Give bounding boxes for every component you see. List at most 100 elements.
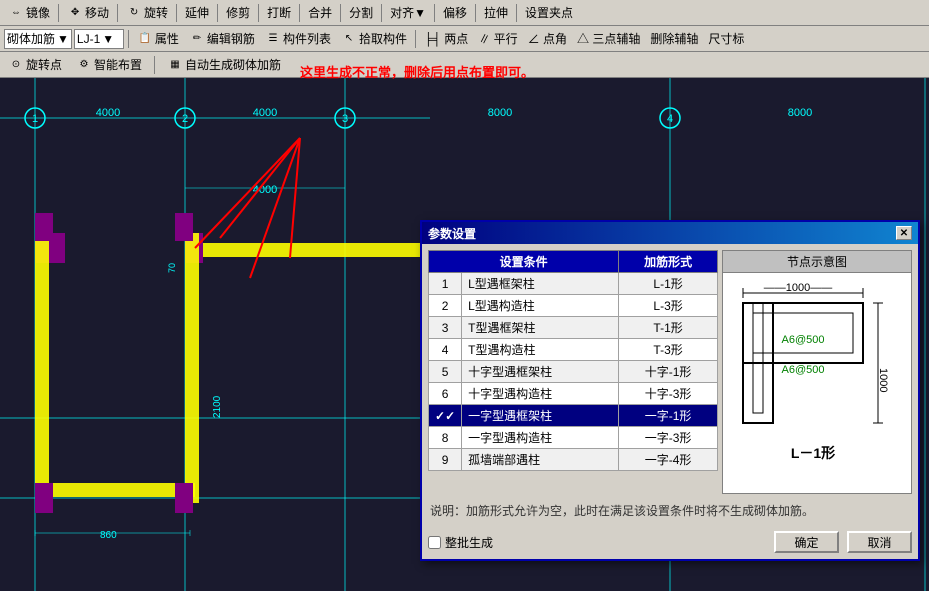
row-condition: 十字型遇框架柱 bbox=[462, 361, 619, 383]
table-row[interactable]: ✓一字型遇框架柱一字-1形 bbox=[429, 405, 718, 427]
break-btn[interactable]: 打断 bbox=[263, 2, 295, 23]
cancel-button[interactable]: 取消 bbox=[847, 531, 912, 553]
row-condition: L型遇框架柱 bbox=[462, 273, 619, 295]
sep-t2-1 bbox=[128, 30, 129, 48]
row-rebar: T-1形 bbox=[619, 317, 718, 339]
offset-label: 偏移 bbox=[443, 4, 467, 21]
sep7 bbox=[340, 4, 341, 22]
svg-text:8000: 8000 bbox=[488, 107, 512, 119]
svg-text:1000: 1000 bbox=[877, 368, 889, 392]
smart-layout-btn[interactable]: ⚙ 智能布置 bbox=[72, 54, 146, 75]
properties-btn[interactable]: 📋 属性 bbox=[133, 28, 183, 49]
mirror-btn[interactable]: ⇔ 镜像 bbox=[4, 2, 54, 23]
row-rebar: 一字-1形 bbox=[619, 405, 718, 427]
merge-label: 合并 bbox=[308, 4, 332, 21]
rotate-label: 旋转 bbox=[144, 4, 168, 21]
trim-btn[interactable]: 修剪 bbox=[222, 2, 254, 23]
dialog-close-button[interactable]: ✕ bbox=[896, 226, 912, 240]
svg-text:2100: 2100 bbox=[212, 395, 223, 418]
sep1 bbox=[58, 4, 59, 22]
move-label: 移动 bbox=[85, 4, 109, 21]
svg-text:70: 70 bbox=[167, 263, 177, 273]
parallel-btn[interactable]: ∥ 平行 bbox=[474, 28, 521, 49]
trim-label: 修剪 bbox=[226, 4, 250, 21]
component-list-btn[interactable]: ☰ 构件列表 bbox=[261, 28, 335, 49]
sep11 bbox=[516, 4, 517, 22]
table-row[interactable]: 1L型遇框架柱L-1形 bbox=[429, 273, 718, 295]
sep8 bbox=[381, 4, 382, 22]
rotate-point-btn[interactable]: ⊙ 旋转点 bbox=[4, 54, 66, 75]
svg-text:4: 4 bbox=[667, 113, 673, 125]
preview-svg: ——1000—— 1000 A6@500 A6@500 L－1形 bbox=[723, 273, 911, 493]
batch-generate-label: 整批生成 bbox=[445, 534, 493, 551]
pick-component-btn[interactable]: ↖ 拾取构件 bbox=[337, 28, 411, 49]
toolbar-2: 砌体加筋 ▼ LJ-1 ▼ 📋 属性 ✏ 编辑钢筋 ☰ 构件列表 ↖ 拾取构件 … bbox=[0, 26, 929, 52]
two-points-btn[interactable]: ╞╡ 两点 bbox=[420, 28, 472, 49]
dialog-titlebar: 参数设置 ✕ bbox=[422, 222, 918, 244]
param-dialog: 参数设置 ✕ 设置条件 加筋形式 1L型遇框架柱L-1形2L型遇构造柱L-3形3… bbox=[420, 220, 920, 561]
del-aux-btn[interactable]: 删除辅轴 bbox=[646, 28, 702, 49]
col-rebar: 加筋形式 bbox=[619, 251, 718, 273]
ok-button[interactable]: 确定 bbox=[774, 531, 839, 553]
sep6 bbox=[299, 4, 300, 22]
sep3 bbox=[176, 4, 177, 22]
rotate-btn[interactable]: ↻ 旋转 bbox=[122, 2, 172, 23]
extend-btn[interactable]: 延伸 bbox=[181, 2, 213, 23]
table-row[interactable]: 8一字型遇构造柱一字-3形 bbox=[429, 427, 718, 449]
svg-text:3: 3 bbox=[342, 113, 348, 125]
mirror-icon: ⇔ bbox=[8, 5, 24, 21]
table-row[interactable]: 6十字型遇构造柱十字-3形 bbox=[429, 383, 718, 405]
rotate-icon: ↻ bbox=[126, 5, 142, 21]
auto-generate-btn[interactable]: ▦ 自动生成砌体加筋 bbox=[163, 54, 285, 75]
setpoint-btn[interactable]: 设置夹点 bbox=[521, 2, 577, 23]
three-point-aux-btn[interactable]: △ 三点辅轴 bbox=[573, 28, 644, 49]
split-btn[interactable]: 分割 bbox=[345, 2, 377, 23]
svg-text:8000: 8000 bbox=[788, 107, 812, 119]
move-btn[interactable]: ✥ 移动 bbox=[63, 2, 113, 23]
toolbar-1: ⇔ 镜像 ✥ 移动 ↻ 旋转 延伸 修剪 打断 合并 分割 对齐▼ 偏移 拉伸 … bbox=[0, 0, 929, 26]
sep-t2-2 bbox=[415, 30, 416, 48]
rotate-point-icon: ⊙ bbox=[8, 57, 24, 73]
svg-text:4000: 4000 bbox=[253, 184, 277, 196]
row-condition: 孤墙端部遇柱 bbox=[462, 449, 619, 471]
batch-generate-checkbox[interactable] bbox=[428, 536, 441, 549]
table-row[interactable]: 9孤墙端部遇柱一字-4形 bbox=[429, 449, 718, 471]
row-rebar: L-3形 bbox=[619, 295, 718, 317]
svg-text:1: 1 bbox=[32, 113, 38, 125]
sep9 bbox=[434, 4, 435, 22]
dialog-buttons: 确定 取消 bbox=[774, 531, 912, 553]
row-num: ✓ bbox=[429, 405, 462, 427]
stretch-btn[interactable]: 拉伸 bbox=[480, 2, 512, 23]
row-num: 5 bbox=[429, 361, 462, 383]
dialog-content: 设置条件 加筋形式 1L型遇框架柱L-1形2L型遇构造柱L-3形3T型遇框架柱T… bbox=[428, 250, 912, 494]
row-rebar: 十字-3形 bbox=[619, 383, 718, 405]
row-num: 2 bbox=[429, 295, 462, 317]
pick-icon: ↖ bbox=[341, 31, 357, 47]
sep4 bbox=[217, 4, 218, 22]
table-row[interactable]: 3T型遇框架柱T-1形 bbox=[429, 317, 718, 339]
merge-btn[interactable]: 合并 bbox=[304, 2, 336, 23]
split-label: 分割 bbox=[349, 4, 373, 21]
offset-btn[interactable]: 偏移 bbox=[439, 2, 471, 23]
sep-t3-1 bbox=[154, 56, 155, 74]
move-icon: ✥ bbox=[67, 5, 83, 21]
row-condition: T型遇构造柱 bbox=[462, 339, 619, 361]
svg-text:A6@500: A6@500 bbox=[782, 364, 825, 376]
align-btn[interactable]: 对齐▼ bbox=[386, 2, 430, 23]
table-row[interactable]: 4T型遇构造柱T-3形 bbox=[429, 339, 718, 361]
table-row[interactable]: 2L型遇构造柱L-3形 bbox=[429, 295, 718, 317]
row-num: 6 bbox=[429, 383, 462, 405]
auto-icon: ▦ bbox=[167, 57, 183, 73]
angle-btn[interactable]: ∠ 点角 bbox=[524, 28, 571, 49]
edit-rebar-btn[interactable]: ✏ 编辑钢筋 bbox=[185, 28, 259, 49]
row-condition: L型遇构造柱 bbox=[462, 295, 619, 317]
component-type-dropdown[interactable]: 砌体加筋 ▼ bbox=[4, 29, 72, 49]
component-id-dropdown[interactable]: LJ-1 ▼ bbox=[74, 29, 124, 49]
table-row[interactable]: 5十字型遇框架柱十字-1形 bbox=[429, 361, 718, 383]
edit-rebar-icon: ✏ bbox=[189, 31, 205, 47]
table-body: 1L型遇框架柱L-1形2L型遇构造柱L-3形3T型遇框架柱T-1形4T型遇构造柱… bbox=[429, 273, 718, 471]
row-rebar: T-3形 bbox=[619, 339, 718, 361]
dim-btn[interactable]: 尺寸标 bbox=[704, 28, 748, 49]
svg-text:——1000——: ——1000—— bbox=[764, 282, 832, 294]
preview-canvas: ——1000—— 1000 A6@500 A6@500 L－1形 bbox=[723, 273, 911, 493]
